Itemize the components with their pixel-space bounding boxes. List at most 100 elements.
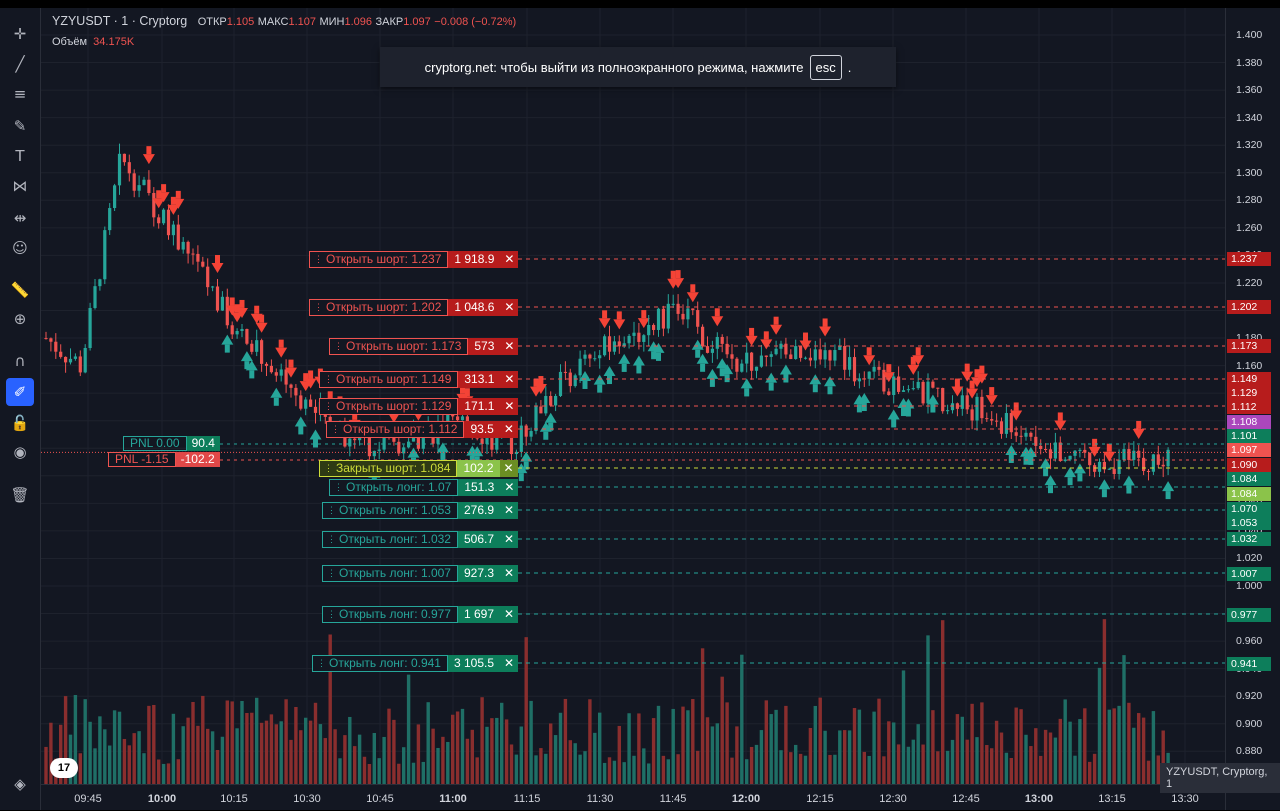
time-axis[interactable]: 09:45 10:00 10:15 10:30 10:45 11:00 11:15 11:30… bbox=[41, 784, 1225, 811]
drag-handle-icon[interactable]: ⋮ bbox=[327, 566, 336, 581]
legend-symbol[interactable]: YZYUSDT bbox=[52, 14, 110, 28]
close-icon[interactable]: ✕ bbox=[500, 502, 519, 519]
close-icon[interactable]: ✕ bbox=[500, 398, 519, 415]
order-label[interactable]: ⋮ Открыть лонг: 1.07 bbox=[329, 479, 459, 496]
measure-icon[interactable]: ⇹ bbox=[6, 204, 34, 232]
volume-bar bbox=[970, 703, 974, 784]
emoji-icon[interactable]: ☺ bbox=[6, 234, 34, 262]
sell-signal-arrow bbox=[961, 371, 974, 382]
close-icon[interactable]: ✕ bbox=[500, 299, 519, 316]
volume-bar bbox=[1053, 737, 1058, 784]
price-chart[interactable] bbox=[41, 8, 1225, 784]
drag-handle-icon[interactable]: ⋮ bbox=[327, 532, 336, 547]
zoom-icon[interactable]: ⊕ bbox=[6, 305, 34, 333]
crosshair-icon[interactable]: ✛ bbox=[6, 20, 34, 48]
order-label[interactable]: ⋮ Открыть лонг: 1.053 bbox=[322, 502, 458, 519]
close-icon[interactable]: ✕ bbox=[500, 531, 519, 548]
trash-icon[interactable]: 🗑 bbox=[6, 481, 34, 509]
pnl-line[interactable]: PNL 0.00 90.4 bbox=[123, 436, 220, 451]
volume-bar bbox=[240, 700, 244, 784]
order-short[interactable]: ⋮ Открыть шорт: 1.129 171.1 ✕ bbox=[319, 398, 519, 415]
order-label[interactable]: ⋮ Открыть лонг: 1.007 bbox=[322, 565, 458, 582]
order-label[interactable]: ⋮ Открыть шорт: 1.149 bbox=[319, 371, 459, 388]
drag-handle-icon[interactable]: ⋮ bbox=[334, 480, 343, 495]
volume-bar bbox=[500, 702, 504, 784]
price-label: 1.112 bbox=[1227, 400, 1271, 414]
order-long[interactable]: ⋮ Открыть лонг: 1.053 276.9 ✕ bbox=[322, 502, 519, 519]
drag-handle-icon[interactable]: ⋮ bbox=[334, 339, 343, 354]
order-label[interactable]: ⋮ Открыть шорт: 1.173 bbox=[329, 338, 469, 355]
drag-handle-icon[interactable]: ⋮ bbox=[314, 252, 323, 267]
candle-body bbox=[1058, 442, 1062, 461]
order-label[interactable]: ⋮ Открыть лонг: 1.032 bbox=[322, 531, 458, 548]
close-icon[interactable]: ✕ bbox=[500, 655, 519, 672]
candle-body bbox=[799, 346, 803, 358]
drag-handle-icon[interactable]: ⋮ bbox=[331, 422, 340, 437]
legend-interval[interactable]: 1 bbox=[121, 14, 128, 28]
order-label-text: Открыть лонг: 1.053 bbox=[339, 503, 451, 517]
drag-handle-icon[interactable]: ⋮ bbox=[314, 300, 323, 315]
close-icon[interactable]: ✕ bbox=[499, 421, 518, 438]
text-icon[interactable]: T bbox=[6, 142, 34, 170]
order-label[interactable]: ⋮ Открыть шорт: 1.129 bbox=[319, 398, 459, 415]
magnet-icon[interactable]: ∩ bbox=[6, 347, 34, 375]
eye-icon[interactable]: ◉ bbox=[6, 438, 34, 466]
volume-bar bbox=[754, 744, 759, 784]
order-short[interactable]: ⋮ Открыть шорт: 1.173 573 ✕ bbox=[329, 338, 519, 355]
pattern-icon[interactable]: ⋈ bbox=[6, 172, 34, 200]
drag-handle-icon[interactable]: ⋮ bbox=[324, 461, 333, 476]
drag-handle-icon[interactable]: ⋮ bbox=[324, 399, 333, 414]
candle-body bbox=[852, 357, 857, 382]
price-axis[interactable]: 1.400 1.380 1.360 1.340 1.320 1.300 1.280 1.260… bbox=[1225, 8, 1280, 810]
close-icon[interactable]: ✕ bbox=[500, 479, 519, 496]
order-long[interactable]: ⋮ Открыть лонг: 0.941 3 105.5 ✕ bbox=[312, 655, 519, 672]
close-icon[interactable]: ✕ bbox=[500, 565, 519, 582]
drag-handle-icon[interactable]: ⋮ bbox=[327, 503, 336, 518]
order-label[interactable]: ⋮ Открыть шорт: 1.202 bbox=[309, 299, 449, 316]
close-icon[interactable]: ✕ bbox=[500, 338, 519, 355]
volume-bar bbox=[1024, 734, 1028, 784]
order-long[interactable]: ⋮ Открыть лонг: 1.007 927.3 ✕ bbox=[322, 565, 519, 582]
volume-bar bbox=[460, 708, 465, 784]
brush-icon[interactable]: ✎ bbox=[6, 112, 34, 140]
order-label[interactable]: ⋮ Открыть шорт: 1.237 bbox=[309, 251, 449, 268]
volume-bar bbox=[818, 697, 822, 784]
ruler-icon[interactable]: 📏 bbox=[6, 276, 34, 304]
order-long[interactable]: ⋮ Открыть лонг: 1.032 506.7 ✕ bbox=[322, 531, 519, 548]
buy-signal-arrow bbox=[249, 370, 255, 379]
trend-line-icon[interactable]: ╱ bbox=[6, 50, 34, 78]
price-label: 0.977 bbox=[1227, 608, 1271, 622]
volume-bar bbox=[1151, 711, 1156, 784]
order-label[interactable]: ⋮ Открыть лонг: 0.941 bbox=[312, 655, 448, 672]
order-label[interactable]: ⋮ Закрыть шорт: 1.084 bbox=[319, 460, 458, 477]
order-label[interactable]: ⋮ Открыть шорт: 1.112 bbox=[326, 421, 465, 438]
fib-icon[interactable]: ≡ bbox=[6, 80, 34, 108]
pnl-line[interactable]: PNL -1.15 -102.2 bbox=[108, 452, 220, 467]
lock-drawing-icon[interactable]: ✐ bbox=[6, 378, 34, 406]
order-short[interactable]: ⋮ Открыть шорт: 1.202 1 048.6 ✕ bbox=[309, 299, 519, 316]
close-icon[interactable]: ✕ bbox=[500, 251, 519, 268]
order-short[interactable]: ⋮ Открыть шорт: 1.112 93.5 ✕ bbox=[326, 421, 518, 438]
order-close[interactable]: ⋮ Закрыть шорт: 1.084 102.2 ✕ bbox=[319, 460, 518, 477]
layers-icon[interactable]: ◈ bbox=[6, 770, 34, 798]
candle-body bbox=[995, 420, 999, 422]
volume-bar bbox=[1092, 753, 1097, 784]
candle-body bbox=[656, 308, 661, 330]
sell-signal-arrow bbox=[985, 395, 998, 406]
drag-handle-icon[interactable]: ⋮ bbox=[327, 607, 336, 622]
close-icon[interactable]: ✕ bbox=[499, 460, 518, 477]
order-long[interactable]: ⋮ Открыть лонг: 1.07 151.3 ✕ bbox=[329, 479, 519, 496]
candle-body bbox=[965, 395, 969, 410]
lock-icon[interactable]: 🔓 bbox=[6, 409, 34, 437]
close-icon[interactable]: ✕ bbox=[500, 606, 519, 623]
order-short[interactable]: ⋮ Открыть шорт: 1.237 1 918.9 ✕ bbox=[309, 251, 519, 268]
sell-signal-arrow bbox=[464, 388, 470, 397]
order-short[interactable]: ⋮ Открыть шорт: 1.149 313.1 ✕ bbox=[319, 371, 519, 388]
price-label: 1.129 bbox=[1227, 386, 1271, 400]
drag-handle-icon[interactable]: ⋮ bbox=[317, 656, 326, 671]
order-label[interactable]: ⋮ Открыть лонг: 0.977 bbox=[322, 606, 458, 623]
chart-canvas[interactable] bbox=[41, 8, 1225, 784]
order-long[interactable]: ⋮ Открыть лонг: 0.977 1 697 ✕ bbox=[322, 606, 519, 623]
close-icon[interactable]: ✕ bbox=[500, 371, 519, 388]
drag-handle-icon[interactable]: ⋮ bbox=[324, 372, 333, 387]
